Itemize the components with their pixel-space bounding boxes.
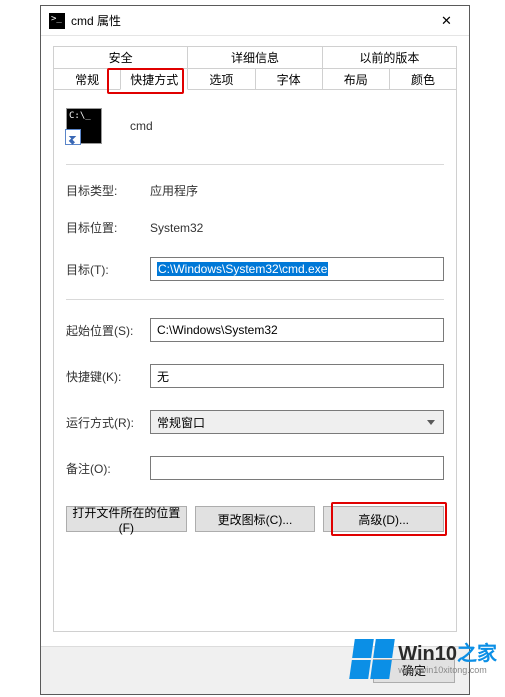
target-row: 目标(T): C:\Windows\System32\cmd.exe [66,257,444,281]
tab-general[interactable]: 常规 [53,68,121,90]
titlebar: cmd 属性 ✕ [41,6,469,36]
target-location-value: System32 [150,221,203,235]
tab-layout[interactable]: 布局 [322,68,390,90]
tab-font[interactable]: 字体 [255,68,323,90]
comment-label: 备注(O): [66,460,150,477]
runas-label: 运行方式(R): [66,414,150,431]
divider [66,299,444,300]
tab-security[interactable]: 安全 [53,46,188,68]
change-icon-button[interactable]: 更改图标(C)... [195,506,316,532]
tab-body-shortcut: cmd 目标类型: 应用程序 目标位置: System32 目标(T): C:\… [53,90,457,632]
properties-dialog: cmd 属性 ✕ 安全 详细信息 以前的版本 常规 快捷方式 选项 字体 布局 … [40,5,470,695]
target-type-value: 应用程序 [150,182,198,199]
tab-colors[interactable]: 颜色 [389,68,457,90]
tab-details[interactable]: 详细信息 [187,46,322,68]
cmd-icon [49,13,65,29]
runas-dropdown[interactable]: 常规窗口 [150,410,444,434]
close-button[interactable]: ✕ [424,6,469,36]
divider [66,164,444,165]
window-title: cmd 属性 [71,12,121,29]
runas-row: 运行方式(R): 常规窗口 [66,410,444,434]
app-icon-row: cmd [66,108,444,150]
tab-shortcut[interactable]: 快捷方式 [120,68,188,90]
startin-row: 起始位置(S): [66,318,444,342]
runas-value: 常规窗口 [157,414,205,431]
tab-previous-versions[interactable]: 以前的版本 [322,46,457,68]
dialog-bottom-bar: 确定 [41,646,469,694]
tab-options[interactable]: 选项 [187,68,255,90]
target-location-label: 目标位置: [66,219,150,236]
button-row: 打开文件所在的位置(F) 更改图标(C)... 高级(D)... [66,506,444,532]
open-file-location-button[interactable]: 打开文件所在的位置(F) [66,506,187,532]
app-name-label: cmd [130,119,153,133]
tabs: 安全 详细信息 以前的版本 常规 快捷方式 选项 字体 布局 颜色 [53,46,457,90]
target-input[interactable]: C:\Windows\System32\cmd.exe [150,257,444,281]
hotkey-label: 快捷键(K): [66,368,150,385]
hotkey-row: 快捷键(K): [66,364,444,388]
target-input-selection: C:\Windows\System32\cmd.exe [157,262,328,276]
app-icon [66,108,102,144]
target-type-label: 目标类型: [66,182,150,199]
comment-input[interactable] [150,456,444,480]
target-location-row: 目标位置: System32 [66,219,444,236]
comment-row: 备注(O): [66,456,444,480]
startin-input[interactable] [150,318,444,342]
ok-button[interactable]: 确定 [373,659,455,683]
startin-label: 起始位置(S): [66,322,150,339]
hotkey-input[interactable] [150,364,444,388]
advanced-button[interactable]: 高级(D)... [323,506,444,532]
target-label: 目标(T): [66,261,150,278]
target-type-row: 目标类型: 应用程序 [66,182,444,199]
client-area: 安全 详细信息 以前的版本 常规 快捷方式 选项 字体 布局 颜色 cmd 目标… [41,36,469,646]
